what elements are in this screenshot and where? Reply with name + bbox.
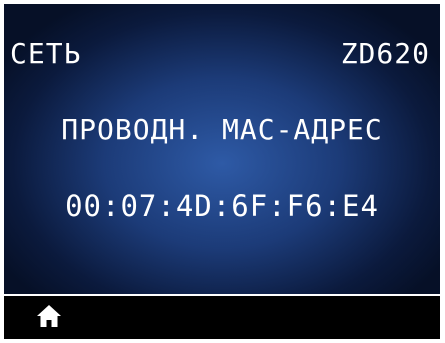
menu-title: СЕТЬ bbox=[10, 37, 82, 70]
home-icon bbox=[37, 305, 61, 327]
printer-model: ZD620 bbox=[340, 37, 430, 70]
home-button[interactable] bbox=[37, 305, 61, 327]
footer-bar bbox=[4, 296, 440, 339]
setting-label: ПРОВОДН. MAC-АДРЕС bbox=[61, 113, 383, 146]
printer-display: СЕТЬ ZD620 ПРОВОДН. MAC-АДРЕС 00:07:4D:6… bbox=[4, 4, 440, 339]
page: СЕТЬ ZD620 ПРОВОДН. MAC-АДРЕС 00:07:4D:6… bbox=[0, 0, 445, 343]
mac-address-value: 00:07:4D:6F:F6:E4 bbox=[65, 189, 379, 223]
display-main-area: СЕТЬ ZD620 ПРОВОДН. MAC-АДРЕС 00:07:4D:6… bbox=[4, 4, 440, 294]
